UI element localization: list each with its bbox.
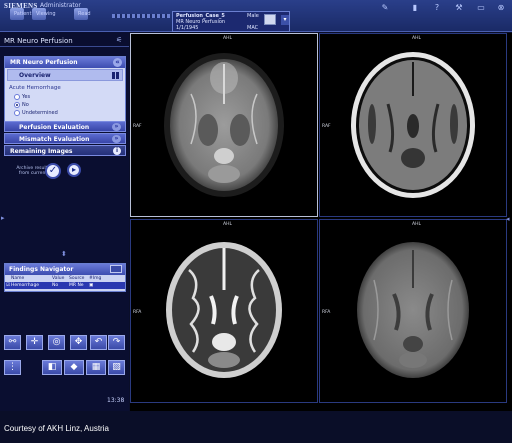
task-label-viewing: Viewing bbox=[36, 11, 56, 17]
orientation-top: AHL bbox=[223, 36, 232, 41]
layout-icon[interactable]: ⋮ bbox=[4, 360, 21, 375]
image-credit: Courtesy of AKH Linz, Austria bbox=[4, 424, 109, 433]
findings-row-checkbox[interactable]: ☑ bbox=[6, 282, 10, 289]
capture-icon[interactable]: ▧ bbox=[108, 360, 125, 375]
mri-t2-image bbox=[164, 53, 284, 197]
option-yes[interactable]: Yes bbox=[5, 93, 125, 101]
findings-col-name: Name bbox=[11, 276, 25, 281]
undo-icon[interactable]: ↶ bbox=[90, 335, 107, 350]
findings-row[interactable]: ☑ Hemorrhage No MR Ne ▣ bbox=[5, 282, 125, 289]
workflow-section-title: MR Neuro Perfusion bbox=[10, 59, 78, 66]
patient-modality: MAC bbox=[247, 25, 259, 31]
findings-col-source: Source bbox=[69, 276, 85, 281]
close-icon[interactable]: ⊗ bbox=[496, 3, 506, 13]
radio-no[interactable] bbox=[14, 102, 20, 108]
grid-icon[interactable] bbox=[112, 72, 119, 79]
viewport-bottom-left[interactable]: AHL RFA bbox=[130, 219, 318, 403]
remaining-images-section[interactable]: Remaining Images i bbox=[4, 145, 126, 156]
crosshair-icon[interactable]: ✛ bbox=[26, 335, 43, 350]
panel-title: MR Neuro Perfusion bbox=[4, 37, 73, 45]
patient-date: 1/1/1945 bbox=[176, 25, 199, 31]
overview-header[interactable]: Overview bbox=[7, 69, 123, 81]
orientation-top: AHL bbox=[412, 36, 421, 41]
mri-t2-axial-image bbox=[166, 242, 282, 378]
collapse-icon[interactable]: « bbox=[113, 58, 122, 67]
findings-row-name: Hemorrhage bbox=[11, 283, 40, 288]
workflow-section-header[interactable]: MR Neuro Perfusion « bbox=[5, 57, 125, 68]
application-window: SIEMENS Administrator Patient Viewing Re… bbox=[0, 0, 512, 443]
window-icon[interactable]: ▭ bbox=[476, 3, 486, 13]
panel-divider bbox=[0, 46, 129, 47]
top-bar: SIEMENS Administrator Patient Viewing Re… bbox=[0, 0, 512, 32]
orientation-left: RFA bbox=[322, 310, 331, 315]
series-strip[interactable] bbox=[112, 14, 170, 18]
option-undetermined-label: Undetermined bbox=[22, 110, 58, 116]
wrench-icon[interactable]: ✎ bbox=[380, 3, 390, 13]
overview-label: Overview bbox=[19, 72, 51, 79]
patient-thumbnail bbox=[264, 14, 276, 25]
pin-icon[interactable]: ⚟ bbox=[116, 36, 122, 44]
forward-icon[interactable]: ▸ bbox=[67, 163, 81, 177]
orientation-left: RAF bbox=[133, 124, 142, 129]
info-icon[interactable]: i bbox=[113, 147, 121, 155]
findings-col-value: Value bbox=[52, 276, 65, 281]
findings-row-img-icon[interactable]: ▣ bbox=[89, 282, 93, 289]
perfusion-evaluation-label: Perfusion Evaluation bbox=[19, 124, 90, 131]
move-icon[interactable]: ✥ bbox=[70, 335, 87, 350]
image-viewer: AHL RAF AHL RAF AHL RFA AHL RFA bbox=[130, 33, 512, 411]
orientation-left: RAF bbox=[322, 124, 331, 129]
findings-row-source: MR Ne bbox=[69, 283, 84, 288]
findings-row-value: No bbox=[52, 283, 59, 288]
findings-columns: Name Value Source #Img bbox=[5, 275, 125, 282]
radio-yes[interactable] bbox=[14, 94, 20, 100]
findings-navigator-title: Findings Navigator bbox=[9, 266, 74, 273]
viewport-top-left[interactable]: AHL RAF bbox=[130, 33, 318, 217]
findings-navigator-header[interactable]: Findings Navigator bbox=[5, 264, 125, 275]
question-label: Acute Hemorrhage bbox=[9, 85, 61, 91]
option-no[interactable]: No bbox=[5, 101, 125, 109]
radio-undetermined[interactable] bbox=[14, 110, 20, 116]
reading-workflow-panel: MR Neuro Perfusion ⚟ MR Neuro Perfusion … bbox=[0, 32, 129, 411]
settings-icon[interactable]: ⚒ bbox=[454, 3, 464, 13]
option-no-label: No bbox=[22, 102, 29, 108]
collapse-right-icon[interactable]: ◂ bbox=[506, 215, 510, 223]
pan-icon[interactable]: ◆ bbox=[64, 360, 84, 375]
splitter-icon[interactable]: ⬍ bbox=[61, 250, 67, 258]
findings-view-icon[interactable] bbox=[110, 265, 122, 273]
patient-dropdown-icon[interactable]: ▾ bbox=[281, 15, 289, 25]
workflow-section: MR Neuro Perfusion « Overview Acute Hemo… bbox=[4, 56, 126, 128]
findings-col-img: #Img bbox=[89, 276, 102, 281]
viewport-top-right[interactable]: AHL RAF bbox=[319, 33, 507, 217]
task-label-read: Read bbox=[78, 11, 91, 17]
perfusion-evaluation-section[interactable]: Perfusion Evaluation » bbox=[4, 121, 126, 132]
remaining-images-label: Remaining Images bbox=[10, 148, 73, 155]
mismatch-evaluation-label: Mismatch Evaluation bbox=[19, 136, 90, 143]
orientation-top: AHL bbox=[412, 222, 421, 227]
expand-icon[interactable]: » bbox=[112, 135, 121, 143]
viewport-bottom-right[interactable]: AHL RFA bbox=[319, 219, 507, 403]
link-icon[interactable]: ⚯ bbox=[4, 335, 21, 350]
mismatch-evaluation-section[interactable]: Mismatch Evaluation » bbox=[4, 133, 126, 144]
lock-icon[interactable]: ▮ bbox=[410, 3, 420, 13]
check-icon[interactable]: ✓ bbox=[45, 163, 61, 179]
patient-sex: Male bbox=[247, 13, 259, 19]
expand-icon[interactable]: » bbox=[112, 123, 121, 131]
mri-flair-image bbox=[351, 52, 475, 198]
option-undetermined[interactable]: Undetermined bbox=[5, 109, 125, 117]
window-level-icon[interactable]: ◧ bbox=[42, 360, 62, 375]
task-label-patient: Patient bbox=[14, 11, 32, 17]
orientation-left: RFA bbox=[133, 310, 142, 315]
findings-navigator: Findings Navigator Name Value Source #Im… bbox=[4, 263, 126, 292]
question-icon[interactable]: ? bbox=[432, 3, 442, 13]
mri-dwi-image bbox=[357, 242, 469, 378]
collapse-left-icon[interactable]: ▸ bbox=[1, 214, 5, 222]
orientation-top: AHL bbox=[223, 222, 232, 227]
redo-icon[interactable]: ↷ bbox=[108, 335, 125, 350]
target-icon[interactable]: ◎ bbox=[48, 335, 65, 350]
clock: 13:38 bbox=[107, 397, 125, 404]
option-yes-label: Yes bbox=[22, 94, 31, 100]
measure-icon[interactable]: ▦ bbox=[86, 360, 106, 375]
